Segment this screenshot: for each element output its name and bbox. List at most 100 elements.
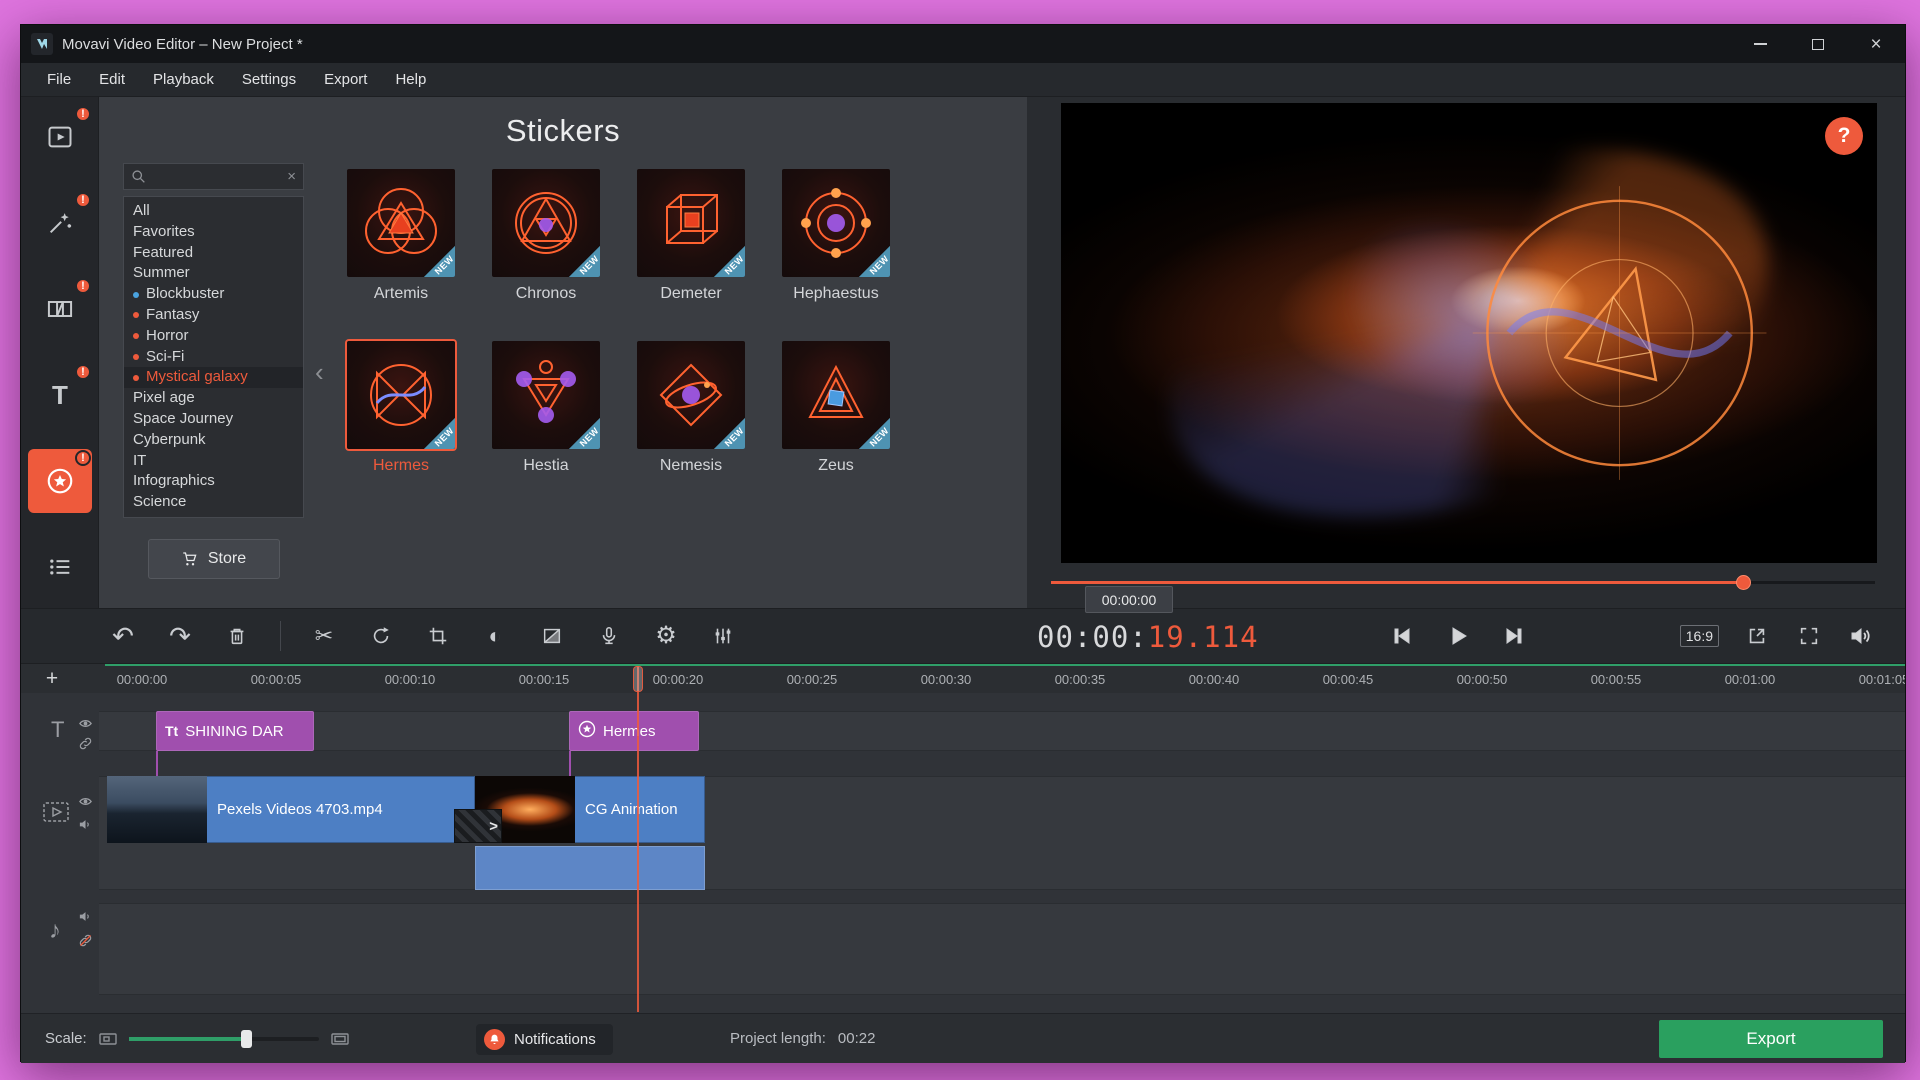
aspect-ratio-button[interactable]: 16:9 [1679, 625, 1719, 647]
video-track-visibility-icon[interactable] [78, 794, 93, 814]
help-button[interactable]: ? [1825, 117, 1863, 155]
sticker-zeus[interactable]: NEW Zeus [782, 341, 890, 483]
ruler-scale[interactable]: 00:00:00 00:00:05 00:00:10 00:00:15 00:00:20… [105, 664, 1905, 693]
category-fantasy[interactable]: Fantasy [124, 305, 303, 326]
title-track-visibility-icon[interactable] [78, 716, 93, 736]
timeline-ruler[interactable]: + 00:00:00 00:00:05 00:00:10 00:00:15 00:00:… [21, 664, 1905, 693]
pan-zoom-icon[interactable] [538, 622, 566, 650]
new-badge: NEW [848, 235, 890, 277]
category-cyberpunk[interactable]: Cyberpunk [124, 430, 303, 451]
sticker-hephaestus[interactable]: NEW Hephaestus [782, 169, 890, 311]
record-voice-icon[interactable] [595, 622, 623, 650]
detach-preview-icon[interactable] [1743, 622, 1771, 650]
sticker-artemis[interactable]: NEW Artemis [347, 169, 455, 311]
playhead-handle[interactable] [633, 666, 643, 692]
new-badge: NEW [413, 235, 455, 277]
close-button[interactable]: × [1847, 25, 1905, 63]
video-viewport[interactable]: ? [1061, 103, 1877, 563]
minimize-button[interactable] [1731, 25, 1789, 63]
delete-icon[interactable] [223, 622, 251, 650]
category-label: Sci-Fi [146, 347, 185, 365]
audio-track-lane[interactable] [99, 903, 1905, 995]
collapse-panel-chevron[interactable]: ‹ [315, 359, 324, 385]
redo-icon[interactable]: ↷ [166, 622, 194, 650]
sticker-thumbnail: NEW [637, 169, 745, 277]
transition-clip[interactable]: > [454, 809, 502, 843]
notifications-button[interactable]: Notifications [476, 1024, 613, 1055]
sidebar-item-media-import[interactable]: ! [28, 105, 92, 169]
ruler-tick-label: 00:00:55 [1590, 672, 1642, 687]
category-pixel-age[interactable]: Pixel age [124, 388, 303, 409]
seek-handle[interactable] [1736, 575, 1752, 590]
sticker-nemesis[interactable]: NEW Nemesis [637, 341, 745, 483]
undo-icon[interactable]: ↶ [109, 622, 137, 650]
zoom-in-clips-icon[interactable] [330, 1031, 350, 1047]
category-sci-fi[interactable]: Sci-Fi [124, 347, 303, 368]
clip-properties-icon[interactable] [709, 622, 737, 650]
scale-slider-handle[interactable] [240, 1029, 252, 1048]
color-adjust-icon[interactable]: ◐ [481, 622, 509, 650]
add-track-button[interactable]: + [35, 666, 69, 691]
rotate-icon[interactable] [367, 622, 395, 650]
stickers-panel: Stickers × All Favorites Featured Summer Blo… [99, 97, 1027, 608]
split-scissors-icon[interactable]: ✂ [310, 622, 338, 650]
audio-track-volume-icon[interactable] [78, 909, 93, 929]
play-button[interactable] [1443, 621, 1473, 651]
sticker-hermes[interactable]: NEW Hermes [347, 341, 455, 483]
category-favorites[interactable]: Favorites [124, 222, 303, 243]
clip-settings-icon[interactable]: ⚙ [652, 622, 680, 650]
video-clip-pexels-videos-4703-mp4[interactable]: Pexels Videos 4703.mp4 [107, 776, 475, 843]
sticker-hestia[interactable]: NEW Hestia [492, 341, 600, 483]
menu-edit[interactable]: Edit [85, 63, 139, 96]
category-horror[interactable]: Horror [124, 326, 303, 347]
fullscreen-icon[interactable] [1795, 622, 1823, 650]
playhead[interactable] [633, 666, 643, 1012]
video-track-audio-icon[interactable] [78, 817, 93, 837]
zoom-out-clips-icon[interactable] [98, 1031, 118, 1047]
category-mystical-galaxy[interactable]: Mystical galaxy [124, 367, 303, 389]
audio-track-unlink-icon[interactable] [78, 933, 93, 953]
menu-export[interactable]: Export [310, 63, 381, 96]
category-column: × All Favorites Featured Summer Blockbuster F… [123, 163, 304, 579]
linked-clip-block[interactable] [475, 846, 705, 890]
transport-controls [1387, 609, 1529, 663]
title-clip-shining-dar[interactable]: Tt SHINING DAR [156, 711, 314, 777]
sticker-chronos[interactable]: NEW Chronos [492, 169, 600, 311]
video-clip-cg-animation[interactable]: CG Animation [475, 776, 705, 843]
title-clip-hermes[interactable]: Hermes [569, 711, 699, 777]
title-track-lane[interactable] [99, 711, 1905, 751]
sidebar-item-more-tools[interactable] [28, 535, 92, 599]
store-button[interactable]: Store [147, 539, 280, 579]
menu-help[interactable]: Help [381, 63, 440, 96]
category-it[interactable]: IT [124, 451, 303, 472]
category-blockbuster[interactable]: Blockbuster [124, 284, 303, 305]
menu-settings[interactable]: Settings [228, 63, 310, 96]
search-box[interactable]: × [123, 163, 304, 190]
menu-file[interactable]: File [33, 63, 85, 96]
tool-sidebar: !!! T!! [21, 97, 99, 608]
sidebar-item-transitions[interactable]: ! [28, 277, 92, 341]
category-summer[interactable]: Summer [124, 263, 303, 284]
controls-row: ↶ ↷ ✂ ◐ ⚙ 00:00:00 00:00:19.114 16:9 [21, 586, 1905, 664]
category-infographics[interactable]: Infographics [124, 471, 303, 492]
scale-slider[interactable] [128, 1029, 319, 1048]
next-frame-button[interactable] [1499, 621, 1529, 651]
sticker-demeter[interactable]: NEW Demeter [637, 169, 745, 311]
title-track-link-icon[interactable] [78, 736, 93, 756]
crop-icon[interactable] [424, 622, 452, 650]
category-space-journey[interactable]: Space Journey [124, 409, 303, 430]
volume-icon[interactable] [1847, 622, 1875, 650]
sidebar-item-stickers[interactable]: ! [28, 449, 92, 513]
sidebar-item-titles[interactable]: T! [28, 363, 92, 427]
search-input[interactable] [152, 167, 282, 186]
search-clear-icon[interactable]: × [287, 168, 296, 185]
seek-bar[interactable] [1051, 574, 1875, 590]
export-button[interactable]: Export [1659, 1020, 1883, 1058]
maximize-button[interactable] [1789, 25, 1847, 63]
previous-frame-button[interactable] [1387, 621, 1417, 651]
sidebar-item-filters-wand[interactable]: ! [28, 191, 92, 255]
category-featured[interactable]: Featured [124, 243, 303, 264]
category-all[interactable]: All [124, 201, 303, 222]
menu-playback[interactable]: Playback [139, 63, 228, 96]
category-science[interactable]: Science [124, 492, 303, 513]
